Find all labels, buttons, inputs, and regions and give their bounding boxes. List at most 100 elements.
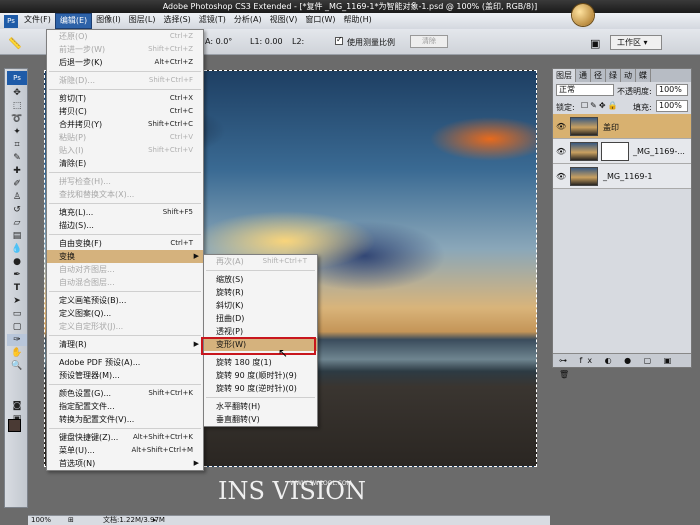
eye-icon[interactable]: 👁: [556, 122, 566, 131]
brush-tool-icon[interactable]: ✐: [7, 178, 27, 190]
gradient-tool-icon[interactable]: ▤: [7, 230, 27, 242]
menu-3[interactable]: 图层(L): [125, 13, 160, 29]
crop-tool-icon[interactable]: ⌗: [7, 139, 27, 151]
opacity-input[interactable]: 100%: [656, 84, 688, 96]
menu-item-label: 自动对齐图层...: [59, 265, 115, 274]
panel-tab-2[interactable]: 径: [591, 69, 606, 82]
hand-tool-icon[interactable]: ✋: [7, 347, 27, 359]
menu-item[interactable]: 预设管理器(M)...: [47, 369, 203, 382]
menu-item[interactable]: 填充(L)... Shift+F5: [47, 206, 203, 219]
layer-mask-thumbnail[interactable]: [601, 142, 629, 161]
menu-item-label: 水平翻转(H): [216, 402, 261, 411]
marquee-tool-icon[interactable]: ⬚: [7, 100, 27, 112]
menu-0[interactable]: 文件(F): [20, 13, 55, 29]
menu-item[interactable]: 转换为配置文件(V)...: [47, 413, 203, 426]
fill-input[interactable]: 100%: [656, 100, 688, 112]
menu-item[interactable]: 旋转 90 度(逆时针)(0): [204, 382, 317, 395]
menu-item[interactable]: 描边(S)...: [47, 219, 203, 232]
status-nav-icon[interactable]: ⊞: [68, 516, 74, 525]
use-scale-checkbox[interactable]: [335, 35, 343, 45]
menu-item[interactable]: 键盘快捷键(Z)... Alt+Shift+Ctrl+K: [47, 431, 203, 444]
panel-tab-3[interactable]: 绿: [606, 69, 621, 82]
menu-item[interactable]: 后退一步(K) Alt+Ctrl+Z: [47, 56, 203, 69]
status-arrow-icon[interactable]: ▸: [153, 516, 157, 525]
menu-item[interactable]: 扭曲(D): [204, 312, 317, 325]
layer-row[interactable]: 👁 _MG_1169-1: [553, 164, 691, 189]
slice-tool-icon[interactable]: ✎: [7, 152, 27, 164]
menu-item[interactable]: 缩放(S): [204, 273, 317, 286]
menu-item-shortcut: Ctrl+V: [169, 133, 193, 141]
panel-tab-4[interactable]: 动: [621, 69, 636, 82]
layer-row[interactable]: 👁 盖印: [553, 114, 691, 139]
menu-item[interactable]: Adobe PDF 预设(A)...: [47, 356, 203, 369]
menu-item[interactable]: 剪切(T) Ctrl+X: [47, 92, 203, 105]
eye-icon[interactable]: 👁: [556, 147, 566, 156]
panel-footer-icons[interactable]: ⊶ fx ◐ ● ▢ ▣ 🗑: [553, 353, 691, 379]
menu-item[interactable]: 菜单(U)... Alt+Shift+Ctrl+M: [47, 444, 203, 457]
menu-item[interactable]: 颜色设置(G)... Shift+Ctrl+K: [47, 387, 203, 400]
menu-item-label: 自动混合图层...: [59, 278, 115, 287]
ruler-tool-icon[interactable]: 📏: [8, 37, 22, 50]
type-tool-icon[interactable]: T: [7, 282, 27, 294]
menu-item[interactable]: 清理(R) ▶: [47, 338, 203, 351]
menu-item[interactable]: 定义图案(Q)...: [47, 307, 203, 320]
eyedropper-tool-icon[interactable]: ✑: [7, 334, 27, 346]
panel-tab-0[interactable]: 图层: [553, 69, 576, 82]
zoom-level[interactable]: 100%: [31, 516, 51, 525]
menu-item[interactable]: 水平翻转(H): [204, 400, 317, 413]
menu-6[interactable]: 分析(A): [230, 13, 266, 29]
lock-icons[interactable]: ☐✎✥🔒: [581, 101, 620, 110]
lasso-tool-icon[interactable]: ➰: [7, 113, 27, 125]
workspace-dropdown[interactable]: 工作区 ▾: [610, 35, 662, 50]
menu-item[interactable]: 垂直翻转(V): [204, 413, 317, 426]
menu-item[interactable]: 拷贝(C) Ctrl+C: [47, 105, 203, 118]
zoom-tool-icon[interactable]: 🔍: [7, 360, 27, 372]
panel-tab-5[interactable]: 蝶: [636, 69, 651, 82]
quick-mask-icon[interactable]: ◙: [7, 400, 27, 412]
submenu-arrow-icon: ▶: [193, 459, 199, 467]
ps-app-icon[interactable]: Ps: [4, 14, 18, 28]
menu-1[interactable]: 编辑(E): [54, 13, 93, 29]
menu-item[interactable]: 定义画笔预设(B)...: [47, 294, 203, 307]
menu-5[interactable]: 滤镜(T): [195, 13, 230, 29]
menu-8[interactable]: 窗口(W): [301, 13, 339, 29]
history-brush-icon[interactable]: ↺: [7, 204, 27, 216]
menu-item[interactable]: 斜切(K): [204, 299, 317, 312]
menu-2[interactable]: 图像(I): [92, 13, 125, 29]
menu-item[interactable]: 清除(E): [47, 157, 203, 170]
menu-item-shortcut: Ctrl+X: [169, 94, 193, 102]
eye-icon[interactable]: 👁: [556, 172, 566, 181]
mouse-cursor-icon: ↖: [278, 346, 289, 360]
blend-mode-select[interactable]: 正常: [556, 84, 614, 96]
dodge-tool-icon[interactable]: ●: [7, 256, 27, 268]
menu-9[interactable]: 帮助(H): [340, 13, 376, 29]
menu-item[interactable]: 自由变换(F) Ctrl+T: [47, 237, 203, 250]
eraser-tool-icon[interactable]: ▱: [7, 217, 27, 229]
menu-item[interactable]: 旋转(R): [204, 286, 317, 299]
menu-item[interactable]: 合并拷贝(Y) Shift+Ctrl+C: [47, 118, 203, 131]
panel-tab-1[interactable]: 通: [576, 69, 591, 82]
blur-tool-icon[interactable]: 💧: [7, 243, 27, 255]
menu-7[interactable]: 视图(V): [266, 13, 302, 29]
layer-row[interactable]: 👁 _MG_1169-...: [553, 139, 691, 164]
magic-wand-tool-icon[interactable]: ✦: [7, 126, 27, 138]
menu-item[interactable]: 指定配置文件...: [47, 400, 203, 413]
healing-tool-icon[interactable]: ✚: [7, 165, 27, 177]
pen-tool-icon[interactable]: ✒: [7, 269, 27, 281]
menu-item-label: 清理(R): [59, 340, 87, 349]
menu-item[interactable]: 旋转 180 度(1): [204, 356, 317, 369]
menu-item[interactable]: 旋转 90 度(顺时针)(9): [204, 369, 317, 382]
menu-item[interactable]: 首选项(N) ▶: [47, 457, 203, 470]
notes-tool-icon[interactable]: ▢: [7, 321, 27, 333]
path-select-icon[interactable]: ➤: [7, 295, 27, 307]
stamp-tool-icon[interactable]: ♙: [7, 191, 27, 203]
shape-tool-icon[interactable]: ▭: [7, 308, 27, 320]
layer-thumbnail: [570, 142, 598, 161]
menu-4[interactable]: 选择(S): [159, 13, 194, 29]
menu-item-shortcut: Ctrl+Z: [169, 32, 193, 40]
move-tool-icon[interactable]: ✥: [7, 87, 27, 99]
foreground-color-swatch[interactable]: [8, 419, 21, 432]
menu-item-label: 清除(E): [59, 159, 87, 168]
menu-item[interactable]: 变换 ▶: [47, 250, 203, 263]
clear-button[interactable]: 清除: [410, 35, 448, 48]
